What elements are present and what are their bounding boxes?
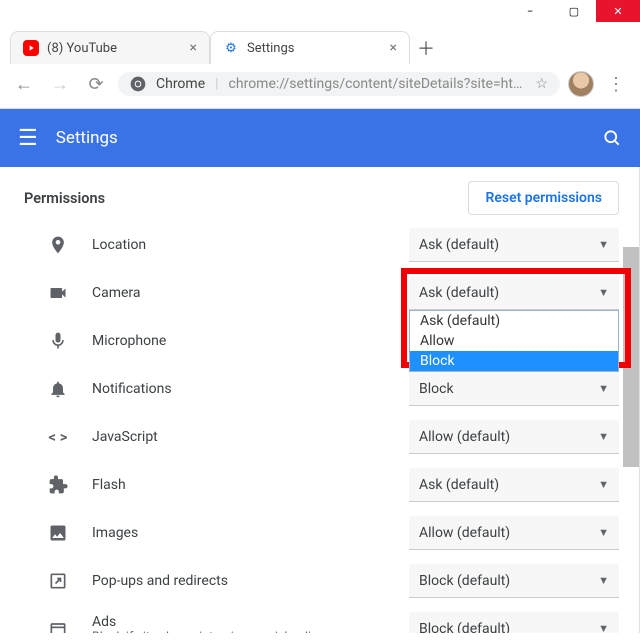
reload-button[interactable]: ⟳ [82,70,110,98]
perm-label: Location [92,237,232,253]
code-icon: < > [46,428,70,446]
youtube-icon [23,40,39,56]
reset-permissions-button[interactable]: Reset permissions [468,181,619,215]
ads-icon [46,619,70,633]
window-close-button[interactable]: ✕ [596,0,640,22]
window-minimize-button[interactable]: − [508,0,552,22]
scrollbar-thumb[interactable] [623,247,639,467]
perm-label: Notifications [92,381,232,397]
forward-button[interactable]: → [46,70,74,98]
perm-label: Camera [92,285,232,301]
section-title: Permissions [24,190,105,207]
dropdown-option-ask[interactable]: Ask (default) [410,311,618,331]
tab-settings[interactable]: ⚙ Settings × [210,31,410,64]
perm-row-images: Images Allow (default)▼ [24,509,619,557]
tab-close-icon[interactable]: × [190,40,197,56]
tab-title: (8) YouTube [47,41,117,56]
search-icon[interactable] [602,128,622,148]
perm-row-ads: Ads Block if site shows intrusive or mis… [24,605,619,633]
settings-content-area: Permissions Reset permissions Location A… [0,167,640,633]
address-scheme: Chrome [156,76,205,92]
settings-app-bar: ☰ Settings [0,109,640,167]
perm-label: Pop-ups and redirects [92,573,262,589]
window-maximize-button[interactable]: ▢ [552,0,596,22]
chevron-down-icon: ▼ [598,238,609,251]
scroll-pane[interactable]: Permissions Reset permissions Location A… [0,167,639,633]
perm-label: JavaScript [92,429,232,445]
tab-youtube[interactable]: (8) YouTube × [10,31,210,64]
dropdown-option-block[interactable]: Block [410,351,618,371]
image-icon [46,523,70,543]
chevron-down-icon: ▼ [598,574,609,587]
perm-label: Ads Block if site shows intrusive or mis… [92,614,409,634]
perm-select-camera[interactable]: Ask (default)▼ Ask (default) Allow Block [409,276,619,310]
perm-select-notifications[interactable]: Block▼ [409,372,619,406]
browser-tab-strip: (8) YouTube × ⚙ Settings × ＋ [0,24,640,64]
perm-select-javascript[interactable]: Allow (default)▼ [409,420,619,454]
chevron-down-icon: ▼ [598,382,609,395]
camera-dropdown: Ask (default) Allow Block [409,310,619,372]
chrome-icon [130,76,146,92]
app-title: Settings [56,128,118,148]
perm-select-location[interactable]: Ask (default)▼ [409,228,619,262]
hamburger-icon[interactable]: ☰ [18,126,38,151]
perm-row-flash: Flash Ask (default)▼ [24,461,619,509]
puzzle-icon [46,475,70,495]
perm-label: Flash [92,477,232,493]
gear-icon: ⚙ [223,40,239,56]
perm-select-ads[interactable]: Block (default)▼ [409,612,619,633]
chevron-down-icon: ▼ [598,430,609,443]
perm-row-popups: Pop-ups and redirects Block (default)▼ [24,557,619,605]
chevron-down-icon: ▼ [598,286,609,299]
tab-close-icon[interactable]: × [390,40,397,56]
profile-avatar[interactable] [568,71,594,97]
chevron-down-icon: ▼ [598,526,609,539]
bell-icon [46,379,70,399]
perm-row-camera: Camera Ask (default)▼ Ask (default) Allo… [24,269,619,317]
perm-row-javascript: < > JavaScript Allow (default)▼ [24,413,619,461]
address-url: chrome://settings/content/siteDetails?si… [229,76,526,92]
perm-label: Images [92,525,232,541]
perm-select-images[interactable]: Allow (default)▼ [409,516,619,550]
back-button[interactable]: ← [10,70,38,98]
tab-title: Settings [247,41,294,56]
microphone-icon [46,331,70,351]
perm-select-flash[interactable]: Ask (default)▼ [409,468,619,502]
star-icon[interactable]: ☆ [535,76,548,92]
dropdown-option-allow[interactable]: Allow [410,331,618,351]
perm-select-popups[interactable]: Block (default)▼ [409,564,619,598]
perm-row-notifications: Notifications Block▼ [24,365,619,413]
overflow-menu-button[interactable]: ⋮ [602,70,630,98]
address-bar[interactable]: Chrome | chrome://settings/content/siteD… [118,72,560,96]
perm-label: Microphone [92,333,232,349]
popup-icon [46,571,70,591]
location-icon [46,235,70,255]
camera-icon [46,283,70,303]
browser-toolbar: ← → ⟳ Chrome | chrome://settings/content… [0,64,640,109]
chevron-down-icon: ▼ [598,478,609,491]
new-tab-button[interactable]: ＋ [410,32,442,64]
perm-row-location: Location Ask (default)▼ [24,221,619,269]
chevron-down-icon: ▼ [598,622,609,633]
